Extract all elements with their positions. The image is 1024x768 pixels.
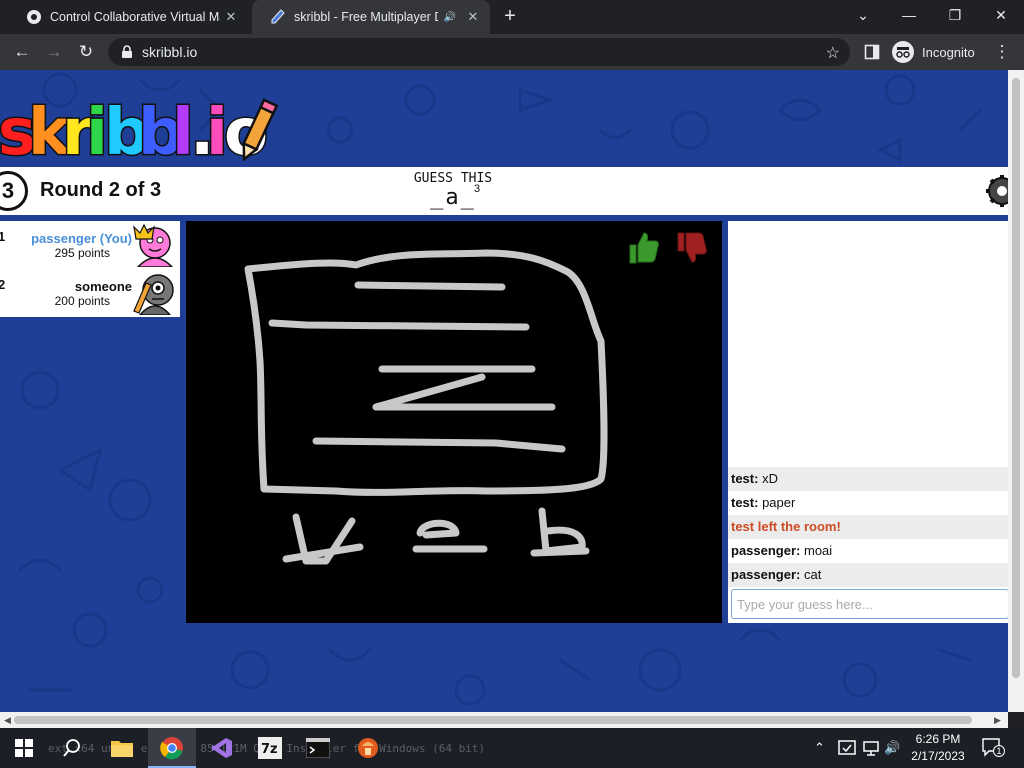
address-bar[interactable]: skribbl.io ☆ [108, 38, 850, 66]
terminal-icon [306, 738, 330, 758]
audio-playing-icon[interactable]: 🔊 [444, 12, 456, 23]
scrollbar-thumb[interactable] [1012, 78, 1020, 678]
clock-time: 6:26 PM [915, 732, 961, 746]
screen: Control Collaborative Virtual Mac ✕ skri… [0, 0, 1024, 768]
word-hint: _a_ [430, 185, 476, 210]
player-rank: 2 [0, 277, 6, 292]
incognito-icon [892, 41, 914, 63]
notification-center-button[interactable]: 1 [982, 738, 1005, 758]
chat-message: test: paper [731, 495, 796, 510]
settings-gear-icon[interactable] [984, 173, 1008, 209]
vertical-scrollbar[interactable] [1008, 70, 1024, 712]
chat-panel: test: xD test: paper test left the room!… [728, 221, 1008, 623]
search-icon [63, 739, 80, 757]
clock-date: 2/17/2023 [911, 749, 965, 763]
search-button[interactable] [48, 728, 96, 768]
taskbar-clock[interactable]: 6:26 PM 2/17/2023 [900, 731, 976, 765]
incognito-indicator[interactable]: Incognito [892, 39, 975, 65]
network-icon[interactable] [862, 740, 880, 756]
restore-button[interactable]: ❐ [932, 0, 978, 34]
horizontal-scrollbar[interactable]: ◀ ▶ [0, 712, 1008, 728]
thumbs-down-icon [677, 232, 707, 263]
guess-input[interactable] [731, 589, 1008, 619]
thumbs-up-icon [629, 232, 659, 264]
skribbl-page: skribbl.io 3 Round 2 of 3 GUESS THIS _a_… [0, 70, 1008, 712]
taskbar-qemu-installer[interactable] [344, 728, 392, 768]
windows-logo-icon [15, 739, 33, 757]
taskbar-chrome[interactable] [148, 728, 196, 768]
round-indicator: Round 2 of 3 [40, 179, 162, 201]
chrome-menu-button[interactable]: ⋮ [990, 40, 1014, 64]
incognito-label: Incognito [922, 44, 975, 60]
volume-icon[interactable]: 🔊 [884, 728, 900, 768]
crown-icon [133, 223, 155, 240]
svg-text:7z: 7z [261, 742, 278, 757]
tab-skribbl[interactable]: skribbl - Free Multiplayer Dra 🔊 ✕ [252, 0, 490, 34]
start-button[interactable] [0, 728, 48, 768]
windows-taskbar: ext x64 un Zi e 319 08 85 121M QEMU Inst… [0, 728, 1024, 768]
scroll-left-icon[interactable]: ◀ [4, 715, 11, 726]
pencil-icon [271, 9, 285, 24]
taskbar-file-explorer[interactable] [98, 728, 146, 768]
bookmark-star-icon[interactable]: ☆ [826, 43, 840, 63]
security-tray-icon[interactable] [838, 740, 856, 756]
skribbl-logo: skribbl.io [0, 92, 314, 172]
player-name: passenger (You) [31, 231, 132, 246]
tab-close-icon[interactable]: ✕ [462, 9, 484, 25]
player-avatar [133, 274, 174, 315]
scrollbar-thumb[interactable] [14, 716, 972, 724]
timer-clock: 3 [0, 171, 28, 211]
player-list: 1 passenger (You) 295 points 2 someone 2… [0, 221, 180, 317]
tab-search-icon[interactable]: ⌄ [840, 0, 886, 34]
browser-toolbar: ← → ↻ skribbl.io ☆ Incognito ⋮ [0, 34, 1024, 70]
url-text: skribbl.io [142, 44, 198, 60]
tab-close-icon[interactable]: ✕ [220, 9, 242, 25]
chat-system-message: test left the room! [728, 515, 1008, 539]
new-tab-button[interactable]: + [498, 5, 522, 29]
minimize-button[interactable]: — [886, 0, 932, 34]
side-panel-icon[interactable] [864, 44, 880, 60]
installer-icon [358, 738, 378, 758]
player-points: 295 points [54, 246, 110, 260]
chrome-globe-icon [27, 10, 41, 24]
drawing-canvas[interactable] [186, 221, 722, 623]
chrome-icon [160, 737, 183, 760]
forward-button[interactable]: → [42, 40, 66, 64]
player-avatar [133, 223, 174, 267]
taskbar-visual-studio[interactable] [198, 728, 246, 768]
player-row[interactable]: 2 someone 200 points [0, 269, 180, 317]
word-length: 3 [474, 183, 481, 195]
player-points: 200 points [54, 294, 110, 308]
chat-message: passenger: cat [728, 563, 1008, 587]
taskbar-7zip[interactable]: 7z [246, 728, 294, 768]
tray-overflow[interactable]: ⌃ [814, 728, 825, 768]
tab-title: Control Collaborative Virtual Mac [50, 10, 220, 24]
guess-this-label: GUESS THIS [413, 171, 493, 186]
close-window-button[interactable]: ✕ [978, 0, 1024, 34]
chat-message: passenger: moai [731, 543, 833, 558]
tab-strip: Control Collaborative Virtual Mac ✕ skri… [0, 0, 1024, 34]
7zip-icon: 7z [258, 737, 282, 759]
back-button[interactable]: ← [10, 40, 34, 64]
folder-icon [111, 741, 133, 757]
taskbar-terminal[interactable] [294, 728, 342, 768]
logo-wordmark: skribbl.io [0, 95, 279, 172]
lock-icon [122, 45, 132, 58]
scroll-right-icon[interactable]: ▶ [994, 715, 1001, 726]
tab-title: skribbl - Free Multiplayer Dra [294, 10, 438, 24]
tab-control-collaborative[interactable]: Control Collaborative Virtual Mac ✕ [8, 0, 248, 34]
visual-studio-icon [212, 738, 232, 758]
player-rank: 1 [0, 229, 6, 244]
game-header: 3 Round 2 of 3 GUESS THIS _a_ 3 [0, 167, 1008, 215]
player-row[interactable]: 1 passenger (You) 295 points [0, 221, 180, 269]
chat-message: test: xD [728, 467, 1008, 491]
notification-count: 1 [993, 745, 1005, 757]
player-name: someone [74, 279, 132, 294]
reload-button[interactable]: ↻ [74, 40, 98, 64]
drawing-strokes [244, 232, 707, 565]
